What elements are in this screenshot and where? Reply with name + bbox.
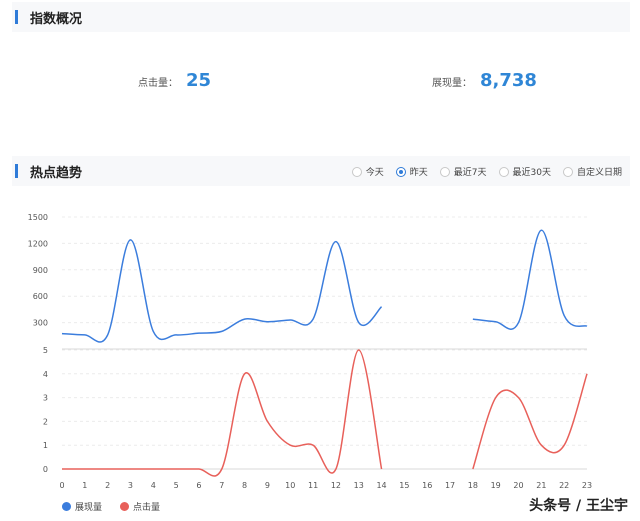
x-tick-label: 13 — [354, 481, 364, 490]
x-tick-label: 22 — [559, 481, 569, 490]
x-tick-label: 18 — [468, 481, 478, 490]
x-tick-label: 8 — [242, 481, 247, 490]
trend-header: 热点趋势 今天 昨天 最近7天 最近30天 自定义日期 — [12, 156, 630, 186]
series-line-0 — [61, 239, 383, 343]
radio-icon — [562, 166, 573, 177]
clicks-label: 点击量： — [138, 78, 178, 89]
legend-clicks[interactable]: 点击量 — [120, 500, 160, 513]
index-overview-header: 指数概况 — [12, 2, 630, 32]
range-option-label: 今天 — [365, 168, 384, 178]
radio-icon — [439, 166, 450, 177]
watermark: 头条号 / 王尘宇 — [529, 498, 628, 514]
y-tick-label: 1200 — [28, 239, 48, 248]
x-tick-label: 6 — [196, 481, 201, 490]
range-option-2[interactable]: 最近7天 — [439, 165, 487, 178]
x-tick-label: 11 — [308, 481, 318, 490]
legend-impressions[interactable]: 展现量 — [62, 500, 102, 513]
series-line-1 — [62, 349, 383, 477]
y-tick-label: 300 — [33, 319, 48, 328]
x-tick-label: 10 — [285, 481, 295, 490]
radio-icon — [351, 166, 362, 177]
range-option-label: 最近7天 — [453, 168, 487, 178]
x-tick-label: 9 — [265, 481, 270, 490]
x-tick-label: 0 — [59, 481, 64, 490]
y-tick-label: 3 — [43, 394, 48, 403]
x-tick-label: 21 — [536, 481, 546, 490]
trend-chart: 300600900120015000123450 1 2 3 4 5 6 7 8 9 10 11 12 1… — [28, 213, 592, 490]
range-option-1[interactable]: 昨天 — [395, 165, 428, 178]
radio-icon — [395, 166, 406, 177]
x-tick-label: 19 — [491, 481, 501, 490]
y-tick-label: 600 — [33, 292, 48, 301]
range-option-label: 自定义日期 — [576, 168, 622, 178]
clicks-stat: 点击量： 25 — [138, 70, 211, 91]
y-tick-label: 900 — [33, 266, 48, 275]
y-tick-label: 5 — [43, 346, 48, 355]
x-tick-label: 15 — [399, 481, 409, 490]
impressions-stat: 展现量： 8,738 — [432, 70, 537, 91]
range-option-label: 最近30天 — [512, 168, 551, 178]
trend-title: 热点趋势 — [30, 166, 83, 181]
x-tick-label: 14 — [376, 481, 386, 490]
impressions-label: 展现量： — [432, 78, 472, 89]
x-tick-label: 5 — [174, 481, 179, 490]
x-tick-label: 7 — [219, 481, 224, 490]
x-tick-label: 23 — [582, 481, 592, 490]
range-option-label: 昨天 — [409, 168, 428, 178]
radio-icon — [498, 166, 509, 177]
y-tick-label: 1 — [43, 441, 48, 450]
range-option-0[interactable]: 今天 — [351, 165, 384, 178]
x-tick-label: 16 — [422, 481, 432, 490]
series-line-0 — [472, 229, 588, 330]
chart-legend: 展现量 点击量 — [62, 500, 160, 513]
legend-clicks-swatch — [120, 502, 130, 511]
y-tick-label: 2 — [43, 417, 48, 426]
x-tick-label: 17 — [445, 481, 455, 490]
x-tick-label: 12 — [331, 481, 341, 490]
section-accent-bar — [15, 164, 18, 178]
y-tick-label: 0 — [43, 465, 48, 474]
y-tick-label: 1500 — [28, 213, 48, 222]
legend-impressions-swatch — [62, 502, 71, 511]
impressions-value: 8,738 — [480, 70, 537, 91]
legend-clicks-label: 点击量 — [133, 503, 161, 513]
x-tick-label: 2 — [105, 481, 110, 490]
x-tick-label: 1 — [82, 481, 87, 490]
x-tick-label: 3 — [128, 481, 133, 490]
range-option-4[interactable]: 自定义日期 — [562, 165, 622, 178]
date-range-selector: 今天 昨天 最近7天 最近30天 自定义日期 — [351, 165, 622, 178]
y-tick-label: 4 — [43, 370, 48, 379]
clicks-value: 25 — [186, 70, 212, 91]
range-option-3[interactable]: 最近30天 — [498, 165, 551, 178]
x-tick-label: 20 — [513, 481, 523, 490]
x-tick-label: 4 — [151, 481, 156, 490]
legend-impressions-label: 展现量 — [75, 503, 103, 513]
section-accent-bar — [15, 10, 18, 24]
index-overview-title: 指数概况 — [30, 12, 83, 27]
